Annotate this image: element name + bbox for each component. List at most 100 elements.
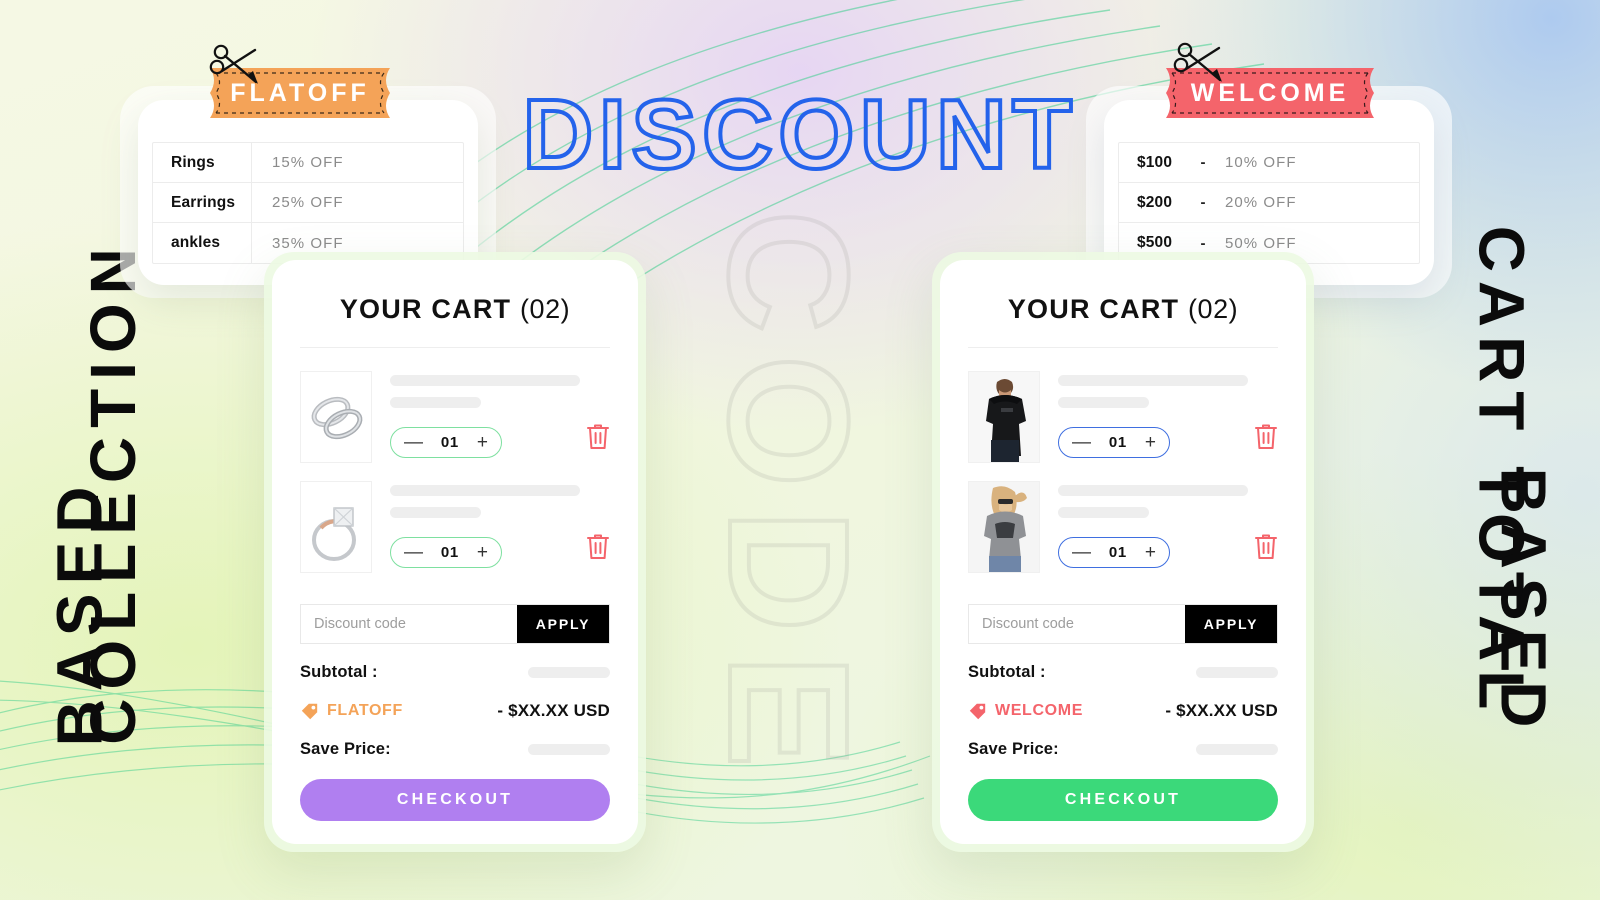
product-info: — 01 + [372, 481, 580, 568]
coupon-value: 15% OFF [272, 154, 344, 171]
trash-icon [587, 534, 609, 559]
promo-code-text: WELCOME [995, 702, 1084, 719]
coupon-value: 25% OFF [272, 194, 344, 211]
cart-panel-collection-based: YOUR CART (02) — 01 + — 01 + Discount co… [264, 252, 646, 852]
discount-code-input[interactable] [301, 605, 517, 643]
subtotal-value-placeholder [528, 667, 610, 678]
applied-promo-label: FLATOFF [300, 702, 403, 721]
side-label-based-right: BASED [1487, 467, 1560, 737]
cart-item-count: (02) [1187, 294, 1239, 324]
coupon-value: 10% OFF [1225, 154, 1297, 171]
increment-button[interactable]: + [1145, 543, 1156, 562]
product-thumbnail-man-tshirt[interactable] [968, 371, 1040, 463]
decrement-button[interactable]: — [1072, 543, 1091, 562]
decrement-button[interactable]: — [404, 433, 423, 452]
product-variant-placeholder [1058, 397, 1150, 408]
decrement-button[interactable]: — [1072, 433, 1091, 452]
product-variant-placeholder [390, 397, 482, 408]
apply-discount-button[interactable]: APPLY [517, 605, 609, 643]
table-row: $100 - 10% OFF [1119, 143, 1419, 183]
rose-gold-diamond-ring-image [301, 482, 371, 572]
subtotal-value-placeholder [1196, 667, 1278, 678]
checkout-button[interactable]: CHECKOUT [968, 779, 1278, 821]
coupon-key: $500 [1137, 234, 1173, 251]
quantity-stepper[interactable]: — 01 + [1058, 427, 1170, 458]
save-price-label: Save Price: [968, 740, 1059, 758]
coupon-key: Earrings [171, 193, 236, 211]
remove-item-button[interactable] [580, 481, 610, 565]
table-row: Rings 15% OFF [153, 143, 463, 183]
silver-band-rings-image [301, 372, 371, 462]
cart-item-count: (02) [519, 294, 571, 324]
woman-grey-tshirt-image [969, 482, 1039, 572]
scissors-icon [209, 44, 258, 84]
price-tag-icon [969, 703, 986, 719]
product-thumbnail-silver-rings[interactable] [300, 371, 372, 463]
product-info: — 01 + [1040, 371, 1248, 458]
cart-line-item: — 01 + [968, 362, 1278, 472]
divider [300, 347, 610, 348]
table-row: Earrings 25% OFF [153, 183, 463, 223]
scissors-icon [1173, 42, 1222, 82]
save-price-value-placeholder [1196, 744, 1278, 755]
increment-button[interactable]: + [477, 543, 488, 562]
quantity-value: 01 [440, 544, 460, 561]
remove-item-button[interactable] [580, 371, 610, 455]
coupon-key: $200 [1137, 193, 1173, 211]
promo-discount-amount: - $XX.XX USD [497, 701, 610, 720]
coupon-dash: - [1200, 234, 1206, 252]
coupon-table-left: Rings 15% OFF Earrings 25% OFF ankles 35… [152, 142, 464, 264]
quantity-stepper[interactable]: — 01 + [1058, 537, 1170, 568]
remove-item-button[interactable] [1248, 481, 1278, 565]
cart-line-item: — 01 + [300, 362, 610, 472]
subtotal-row: Subtotal : [968, 663, 1278, 682]
subtotal-label: Subtotal : [300, 663, 378, 681]
side-label-based-left: BASED [43, 477, 116, 747]
man-black-tshirt-image [969, 372, 1039, 462]
product-variant-placeholder [1058, 507, 1150, 518]
product-info: — 01 + [1040, 481, 1248, 568]
cart-panel-right-inner: YOUR CART (02) — 01 + — 01 + Discount co… [940, 260, 1306, 844]
promo-code-text: FLATOFF [327, 702, 403, 719]
quantity-value: 01 [1108, 544, 1128, 561]
coupon-value: 50% OFF [1225, 234, 1297, 252]
trash-icon [1255, 534, 1277, 559]
quantity-stepper[interactable]: — 01 + [390, 537, 502, 568]
product-info: — 01 + [372, 371, 580, 458]
coupon-value: 20% OFF [1225, 194, 1297, 211]
discount-code-input[interactable] [969, 605, 1185, 643]
coupon-value: 35% OFF [272, 234, 344, 252]
coupon-dash: - [1200, 154, 1206, 171]
quantity-value: 01 [1108, 434, 1128, 451]
discount-code-row: APPLY [968, 604, 1278, 644]
product-thumbnail-woman-tshirt[interactable] [968, 481, 1040, 573]
product-title-placeholder [1058, 375, 1248, 386]
coupon-dash: - [1200, 194, 1206, 211]
subtotal-label: Subtotal : [968, 663, 1046, 681]
coupon-key: ankles [171, 234, 221, 251]
quantity-value: 01 [440, 434, 460, 451]
coupon-table-right: $100 - 10% OFF $200 - 20% OFF $500 - 50%… [1118, 142, 1420, 264]
divider [968, 347, 1278, 348]
cart-line-item: — 01 + [968, 472, 1278, 582]
remove-item-button[interactable] [1248, 371, 1278, 455]
cart-line-item: — 01 + [300, 472, 610, 582]
promo-row: FLATOFF - $XX.XX USD [300, 701, 610, 721]
applied-promo-label: WELCOME [968, 702, 1083, 721]
increment-button[interactable]: + [477, 433, 488, 452]
product-thumbnail-diamond-ring[interactable] [300, 481, 372, 573]
subtotal-row: Subtotal : [300, 663, 610, 682]
coupon-key: $100 [1137, 153, 1173, 171]
trash-icon [587, 424, 609, 449]
cart-title-text: YOUR CART [339, 294, 512, 324]
decrement-button[interactable]: — [404, 543, 423, 562]
table-row: $200 - 20% OFF [1119, 183, 1419, 223]
apply-discount-button[interactable]: APPLY [1185, 605, 1277, 643]
save-price-row: Save Price: [968, 740, 1278, 759]
save-price-row: Save Price: [300, 740, 610, 759]
promo-discount-amount: - $XX.XX USD [1165, 701, 1278, 720]
checkout-button[interactable]: CHECKOUT [300, 779, 610, 821]
watermark-code-text: CODE [691, 208, 885, 792]
quantity-stepper[interactable]: — 01 + [390, 427, 502, 458]
increment-button[interactable]: + [1145, 433, 1156, 452]
